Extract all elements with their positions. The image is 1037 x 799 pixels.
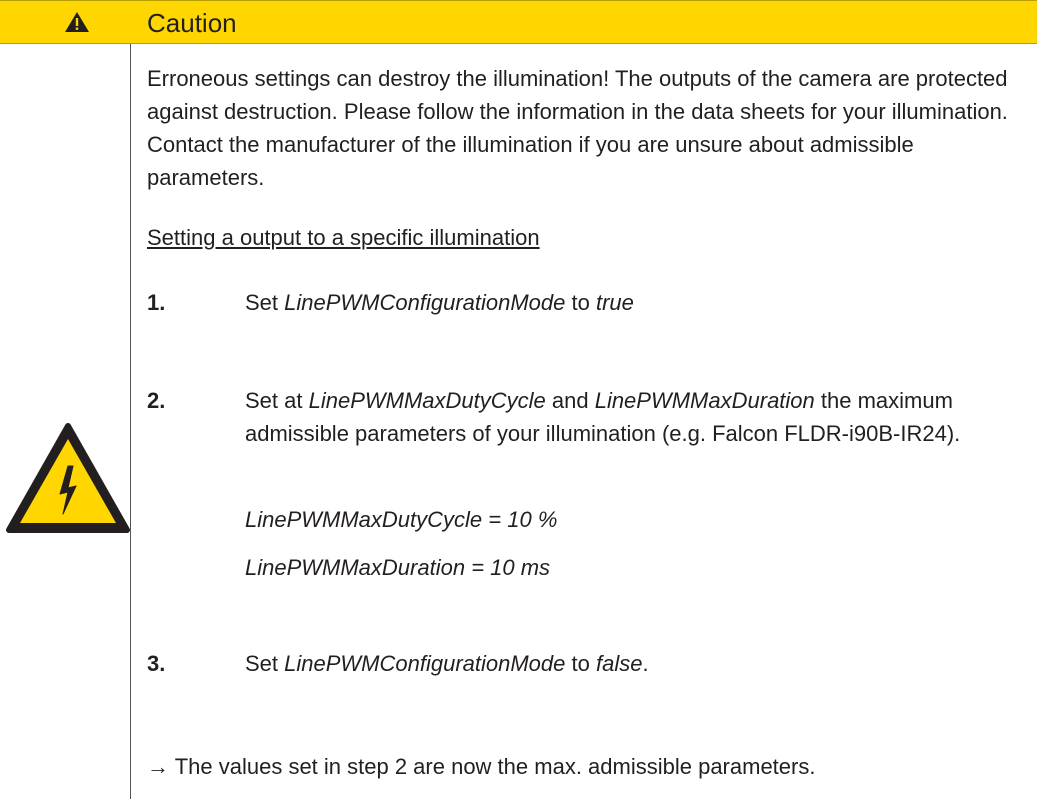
step-2-and: and: [545, 388, 595, 413]
step-1-text: Set LinePWMConfigurationMode to true: [245, 286, 1025, 319]
step-1-param: LinePWMConfigurationMode: [284, 290, 566, 315]
caution-banner: Caution: [0, 0, 1037, 44]
step-2-example-duty-cycle: LinePWMMaxDutyCycle = 10 %: [245, 507, 558, 532]
step-3-number: 3.: [147, 651, 166, 676]
step-3-suffix: .: [642, 651, 649, 676]
step-2-text: Set at LinePWMMaxDutyCycle and LinePWMMa…: [245, 384, 1025, 450]
icon-column: [0, 44, 131, 799]
step-2-example-duration: LinePWMMaxDuration = 10 ms: [245, 555, 551, 580]
step-1-number: 1.: [147, 290, 166, 315]
step-1-prefix: Set: [245, 290, 285, 315]
intro-paragraph: Erroneous settings can destroy the illum…: [147, 66, 1008, 190]
step-2-number: 2.: [147, 388, 166, 413]
step-1-mid: to: [565, 290, 596, 315]
electrical-hazard-icon: [6, 423, 130, 533]
step-2-param-a: LinePWMMaxDutyCycle: [308, 388, 546, 413]
step-3-param: LinePWMConfigurationMode: [284, 651, 566, 676]
result-note: → The values set in step 2 are now the m…: [147, 754, 816, 779]
step-2-param-b: LinePWMMaxDuration: [594, 388, 815, 413]
banner-title: Caution: [147, 8, 237, 38]
step-3-prefix: Set: [245, 651, 285, 676]
step-3-text: Set LinePWMConfigurationMode to false.: [245, 647, 1025, 680]
procedure-heading: Setting a output to a specific illuminat…: [147, 225, 540, 250]
step-3-mid: to: [565, 651, 596, 676]
step-2-prefix: Set at: [245, 388, 309, 413]
warning-triangle-icon: [65, 12, 89, 32]
step-1-value: true: [595, 290, 634, 315]
step-3-value: false: [595, 651, 643, 676]
